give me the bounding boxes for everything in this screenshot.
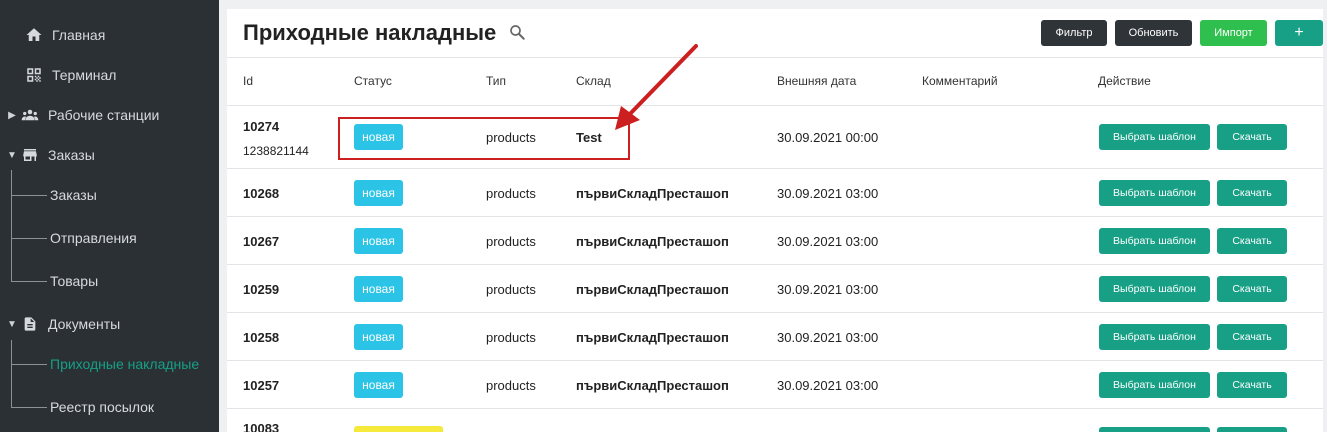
status-badge: новая xyxy=(354,372,403,398)
row-id: 10274 xyxy=(243,119,280,134)
row-warehouse: първиСкладПресташоп xyxy=(576,378,729,393)
choose-template-button[interactable]: Выбрать шаблон xyxy=(1099,180,1210,206)
sidebar-item-label: Рабочие станции xyxy=(48,107,160,123)
row-date: 30.09.2021 03:00 xyxy=(777,234,879,249)
sidebar-item-label: Главная xyxy=(52,27,106,43)
row-warehouse: първиСкладПресташоп xyxy=(576,186,729,201)
filter-button[interactable]: Фильтр xyxy=(1041,20,1107,46)
main-panel: Приходные накладные Фильтр Обновить Импо… xyxy=(227,9,1323,432)
home-icon xyxy=(24,25,44,45)
sidebar-item-home[interactable]: Главная xyxy=(24,23,105,47)
row-type: products xyxy=(486,378,536,393)
row-date: 30.09.2021 03:00 xyxy=(777,330,879,345)
row-date: 30.09.2021 03:00 xyxy=(777,186,879,201)
tree-branch xyxy=(11,364,47,365)
sidebar-subitem-incoming-invoices[interactable]: Приходные накладные xyxy=(50,356,199,372)
row-id: 10268 xyxy=(243,186,280,201)
download-button[interactable]: Скачать xyxy=(1217,228,1287,254)
tree-line xyxy=(11,340,12,407)
tree-branch xyxy=(11,238,47,239)
sidebar-subitem-products[interactable]: Товары xyxy=(50,273,98,289)
row-type: products xyxy=(486,234,536,249)
row-id: 10267 xyxy=(243,234,280,249)
download-button[interactable]: Скачать xyxy=(1217,276,1287,302)
sidebar-item-label: Терминал xyxy=(52,67,117,83)
import-button[interactable]: Импорт xyxy=(1200,20,1267,46)
column-header-status[interactable]: Статус xyxy=(354,74,392,88)
tree-branch xyxy=(11,281,47,282)
row-id: 10258 xyxy=(243,330,280,345)
table-row[interactable]: 10267 новая products първиСкладПресташоп… xyxy=(227,217,1323,265)
sidebar-subitem-orders[interactable]: Заказы xyxy=(50,187,97,203)
table-row[interactable]: 10083 xyxy=(227,409,1323,432)
row-date: 30.09.2021 03:00 xyxy=(777,282,879,297)
download-button[interactable] xyxy=(1217,427,1287,432)
row-warehouse: първиСкладПресташоп xyxy=(576,330,729,345)
column-header-comment[interactable]: Комментарий xyxy=(922,74,998,88)
sidebar-item-workstations[interactable]: ▶ Рабочие станции xyxy=(4,103,159,127)
qr-code-icon xyxy=(24,65,44,85)
download-button[interactable]: Скачать xyxy=(1217,324,1287,350)
row-date: 30.09.2021 03:00 xyxy=(777,378,879,393)
row-type: products xyxy=(486,186,536,201)
download-button[interactable]: Скачать xyxy=(1217,180,1287,206)
choose-template-button[interactable] xyxy=(1099,427,1210,432)
choose-template-button[interactable]: Выбрать шаблон xyxy=(1099,276,1210,302)
row-date: 30.09.2021 00:00 xyxy=(777,130,879,145)
sidebar-item-orders[interactable]: ▼ Заказы xyxy=(4,143,95,167)
row-type: products xyxy=(486,282,536,297)
sidebar-item-terminal[interactable]: Терминал xyxy=(24,63,116,87)
row-warehouse: първиСкладПресташоп xyxy=(576,282,729,297)
status-badge: новая xyxy=(354,276,403,302)
status-badge: новая xyxy=(354,180,403,206)
page-header: Приходные накладные Фильтр Обновить Импо… xyxy=(227,9,1323,58)
document-icon xyxy=(20,314,40,334)
column-header-id[interactable]: Id xyxy=(243,74,253,88)
sidebar-item-label: Заказы xyxy=(48,147,95,163)
search-icon[interactable] xyxy=(508,23,526,41)
table-row[interactable]: 10268 новая products първиСкладПресташоп… xyxy=(227,169,1323,217)
download-button[interactable]: Скачать xyxy=(1217,124,1287,150)
sidebar-item-documents[interactable]: ▼ Документы xyxy=(4,312,120,336)
table-row[interactable]: 10258 новая products първиСкладПресташоп… xyxy=(227,313,1323,361)
app: Главная Терминал ▶ Рабочие станции ▼ Зак… xyxy=(0,0,1327,432)
row-id: 10083 xyxy=(243,421,280,432)
column-header-type[interactable]: Тип xyxy=(486,74,506,88)
sidebar-subitem-parcel-registry[interactable]: Реестр посылок xyxy=(50,399,154,415)
add-button[interactable]: + xyxy=(1275,20,1323,46)
column-header-external-date[interactable]: Внешняя дата xyxy=(777,74,856,88)
caret-down-icon: ▼ xyxy=(7,318,17,330)
page-title: Приходные накладные xyxy=(243,20,497,45)
tree-branch xyxy=(11,195,47,196)
choose-template-button[interactable]: Выбрать шаблон xyxy=(1099,324,1210,350)
annotation-arrow-icon xyxy=(615,44,698,130)
sidebar: Главная Терминал ▶ Рабочие станции ▼ Зак… xyxy=(0,0,219,432)
row-warehouse: първиСкладПресташоп xyxy=(576,234,729,249)
row-type: products xyxy=(486,330,536,345)
caret-right-icon: ▶ xyxy=(8,109,16,121)
table-row[interactable]: 10259 новая products първиСкладПресташоп… xyxy=(227,265,1323,313)
status-badge: новая xyxy=(354,324,403,350)
status-badge: новая xyxy=(354,228,403,254)
row-sub-id: 1238821144 xyxy=(243,144,309,158)
tree-line xyxy=(11,170,12,281)
table-row[interactable]: 10257 новая products първиСкладПресташоп… xyxy=(227,361,1323,409)
choose-template-button[interactable]: Выбрать шаблон xyxy=(1099,124,1210,150)
store-icon xyxy=(20,145,40,165)
choose-template-button[interactable]: Выбрать шаблон xyxy=(1099,228,1210,254)
people-icon xyxy=(20,105,40,125)
annotation-highlight-box xyxy=(338,117,630,160)
status-badge xyxy=(354,426,443,432)
sidebar-subitem-shipments[interactable]: Отправления xyxy=(50,230,137,246)
sidebar-item-label: Документы xyxy=(48,316,121,332)
choose-template-button[interactable]: Выбрать шаблон xyxy=(1099,372,1210,398)
column-header-action: Действие xyxy=(1098,74,1151,88)
refresh-button[interactable]: Обновить xyxy=(1115,20,1192,46)
caret-down-icon: ▼ xyxy=(7,149,17,161)
row-id: 10257 xyxy=(243,378,280,393)
table-header: Id Статус Тип Склад Внешняя дата Коммент… xyxy=(227,58,1323,106)
row-id: 10259 xyxy=(243,282,280,297)
download-button[interactable]: Скачать xyxy=(1217,372,1287,398)
tree-branch xyxy=(11,407,47,408)
